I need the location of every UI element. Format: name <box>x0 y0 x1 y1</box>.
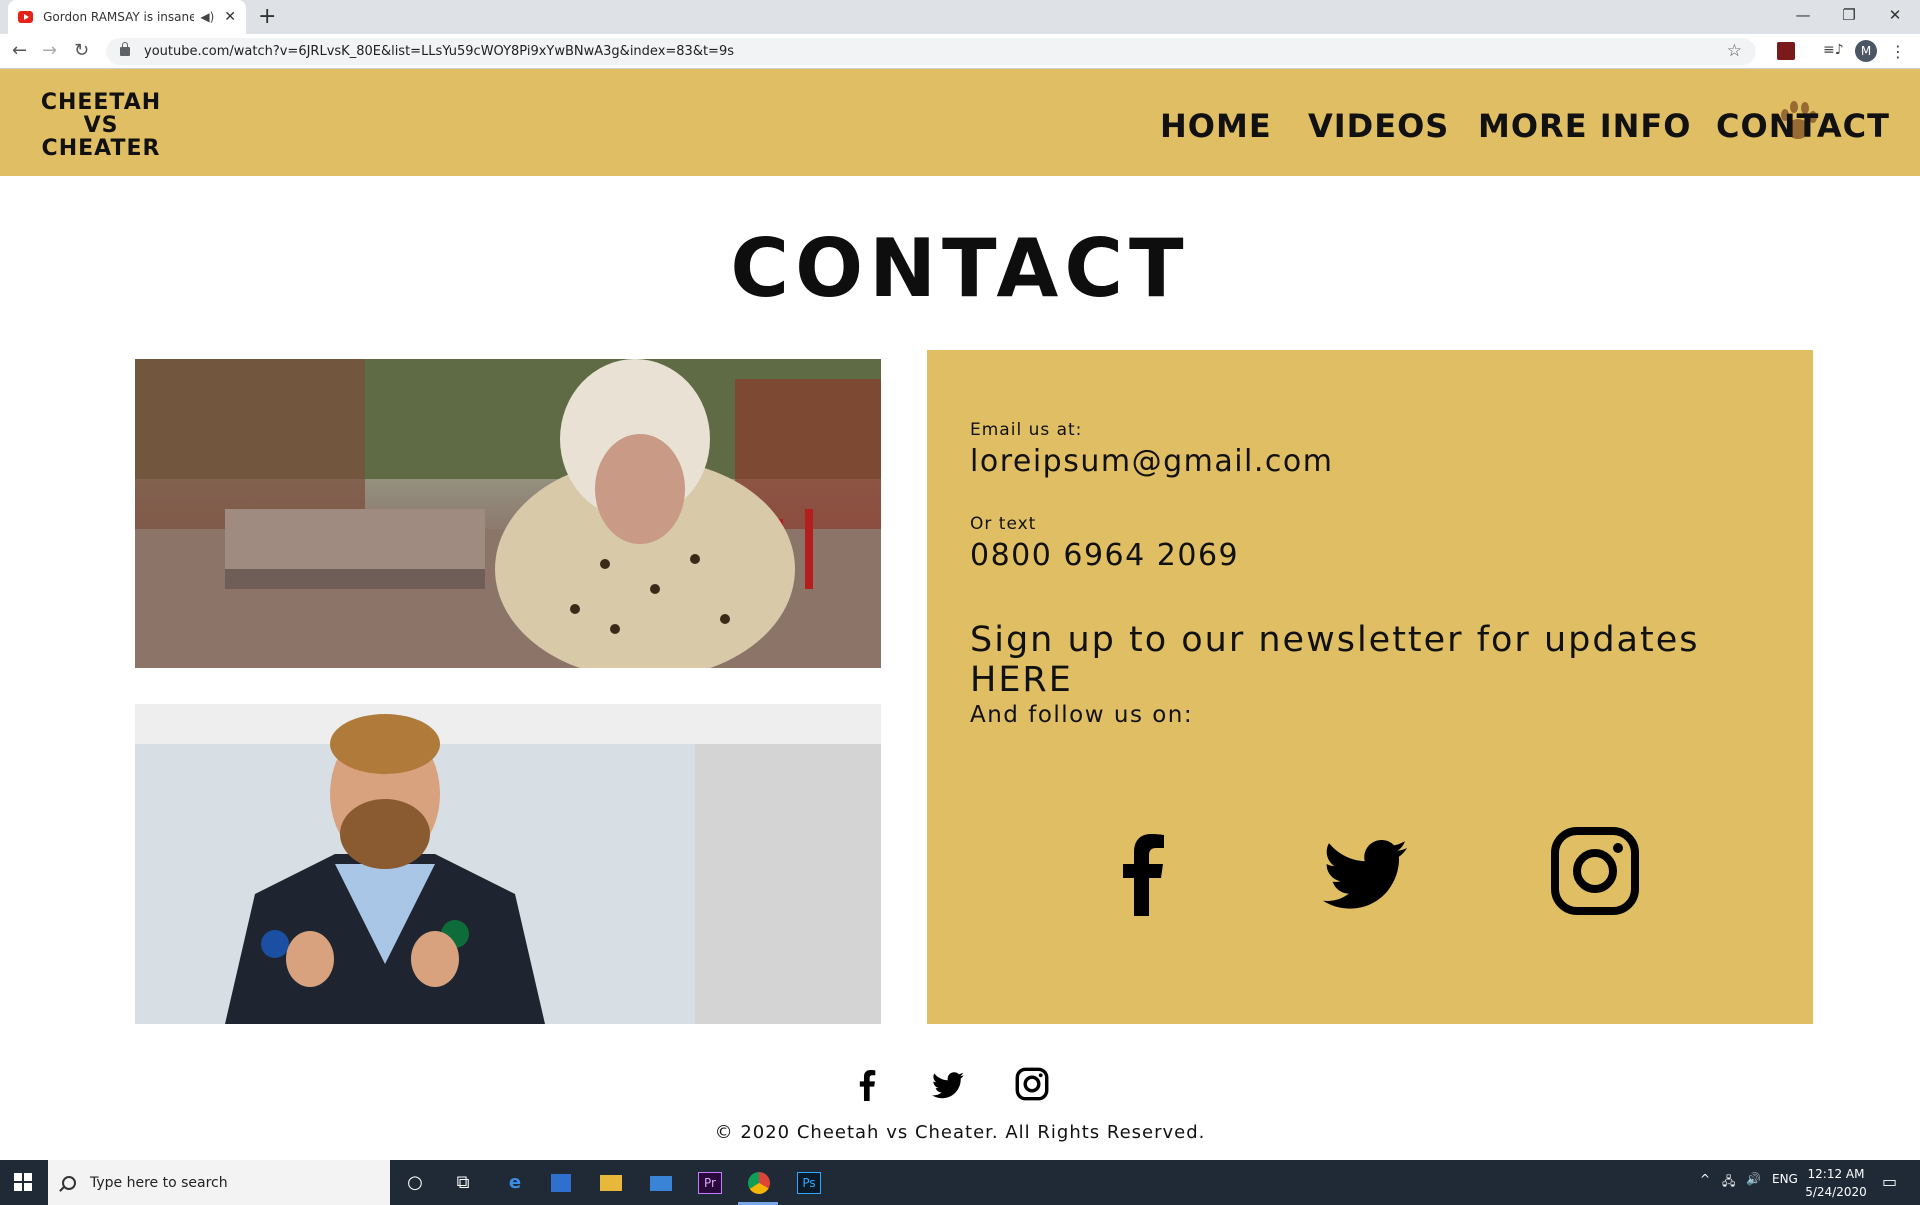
lock-icon <box>120 42 130 56</box>
cheetah-costume-photo <box>135 359 881 668</box>
mail-icon[interactable] <box>650 1176 672 1191</box>
photoshop-icon[interactable]: Ps <box>797 1172 821 1194</box>
language-indicator[interactable]: ENG <box>1772 1172 1798 1186</box>
footer-twitter-icon[interactable] <box>932 1067 966 1101</box>
bookmark-star-icon[interactable]: ☆ <box>1727 41 1742 61</box>
volume-icon[interactable]: 🔊 <box>1746 1172 1761 1186</box>
cortana-icon[interactable]: ○ <box>402 1170 428 1196</box>
close-window-icon[interactable]: ✕ <box>1872 2 1918 28</box>
man-in-suit-image <box>135 704 881 1024</box>
instagram-icon[interactable] <box>1550 826 1640 916</box>
logo-line: VS <box>83 113 119 138</box>
footer-instagram-icon[interactable] <box>1015 1067 1049 1101</box>
back-icon[interactable]: ← <box>12 40 27 61</box>
street-scene-image <box>135 359 881 668</box>
copyright-text: © 2020 Cheetah vs Cheater. All Rights Re… <box>714 1122 1206 1143</box>
newsletter-link[interactable]: Sign up to our newsletter for updates HE… <box>970 620 1813 700</box>
speaker-icon[interactable]: ◀︎) <box>200 10 214 24</box>
address-bar[interactable]: youtube.com/watch?v=6JRLvsK_80E&list=LLs… <box>106 38 1756 65</box>
nav-contact[interactable]: CONTACT <box>1716 107 1890 145</box>
taskbar-search-box[interactable]: Type here to search <box>48 1160 390 1205</box>
notifications-icon[interactable]: ▭ <box>1882 1172 1897 1191</box>
tab-title: Gordon RAMSAY is insane!!! <box>43 10 195 24</box>
browser-tab-strip: Gordon RAMSAY is insane!!! ◀︎) ✕ + — ❐ ✕ <box>0 0 1920 34</box>
facebook-icon[interactable] <box>1097 826 1187 916</box>
contact-panel: Email us at: loreipsum@gmail.com Or text… <box>927 350 1813 1024</box>
clock-time: 12:12 AM <box>1807 1167 1865 1181</box>
network-icon[interactable]: 🖧 <box>1722 1172 1735 1193</box>
windows-start-icon[interactable] <box>14 1173 32 1191</box>
follow-label: And follow us on: <box>970 702 1194 728</box>
page-title: CONTACT <box>730 222 1190 315</box>
nav-more-info[interactable]: MORE INFO <box>1478 107 1691 145</box>
new-tab-button[interactable]: + <box>258 4 276 29</box>
close-tab-icon[interactable]: ✕ <box>224 9 236 25</box>
windows-taskbar: Type here to search ○ ⧉ e Pr Ps ^ 🖧 🔊 EN… <box>0 1160 1920 1205</box>
phone-number[interactable]: 0800 6964 2069 <box>970 538 1239 573</box>
site-logo[interactable]: CHEETAH VS CHEATER <box>36 91 166 160</box>
business-man-photo <box>135 704 881 1024</box>
url-text[interactable]: youtube.com/watch?v=6JRLvsK_80E&list=LLs… <box>144 44 734 59</box>
twitter-icon[interactable] <box>1323 826 1413 916</box>
taskbar-search-placeholder: Type here to search <box>90 1174 228 1191</box>
reload-icon[interactable]: ↻ <box>74 40 89 61</box>
forward-icon[interactable]: → <box>42 40 57 61</box>
browser-tab[interactable]: Gordon RAMSAY is insane!!! ◀︎) ✕ <box>8 0 246 34</box>
text-label: Or text <box>970 514 1037 534</box>
profile-avatar[interactable]: M <box>1855 40 1877 62</box>
site-header: CHEETAH VS CHEATER HOME VIDEOS MORE INFO… <box>0 69 1920 176</box>
media-control-icon[interactable]: ≡♪ <box>1823 42 1844 60</box>
restore-icon[interactable]: ❐ <box>1826 2 1872 28</box>
acrobat-extension-icon[interactable] <box>1777 42 1795 60</box>
premiere-icon[interactable]: Pr <box>698 1172 722 1194</box>
clock-date: 5/24/2020 <box>1805 1185 1867 1199</box>
logo-line: CHEATER <box>41 136 161 161</box>
minimize-icon[interactable]: — <box>1780 2 1826 28</box>
logo-line: CHEETAH <box>40 90 162 115</box>
email-address[interactable]: loreipsum@gmail.com <box>970 444 1334 479</box>
youtube-favicon-icon <box>18 11 34 23</box>
edge-icon[interactable]: e <box>502 1170 528 1196</box>
browser-menu-icon[interactable]: ⋮ <box>1890 42 1908 61</box>
browser-toolbar: ← → ↻ youtube.com/watch?v=6JRLvsK_80E&li… <box>0 34 1920 69</box>
store-icon[interactable] <box>551 1174 571 1192</box>
email-label: Email us at: <box>970 420 1083 440</box>
show-hidden-icons-icon[interactable]: ^ <box>1700 1172 1710 1186</box>
chrome-icon[interactable] <box>748 1172 770 1194</box>
search-icon <box>62 1175 76 1190</box>
file-explorer-icon[interactable] <box>600 1175 622 1191</box>
nav-videos[interactable]: VIDEOS <box>1308 107 1449 145</box>
system-clock[interactable]: 12:12 AM 5/24/2020 <box>1800 1165 1872 1201</box>
task-view-icon[interactable]: ⧉ <box>450 1170 476 1196</box>
footer-facebook-icon[interactable] <box>850 1067 884 1101</box>
nav-home[interactable]: HOME <box>1160 107 1272 145</box>
